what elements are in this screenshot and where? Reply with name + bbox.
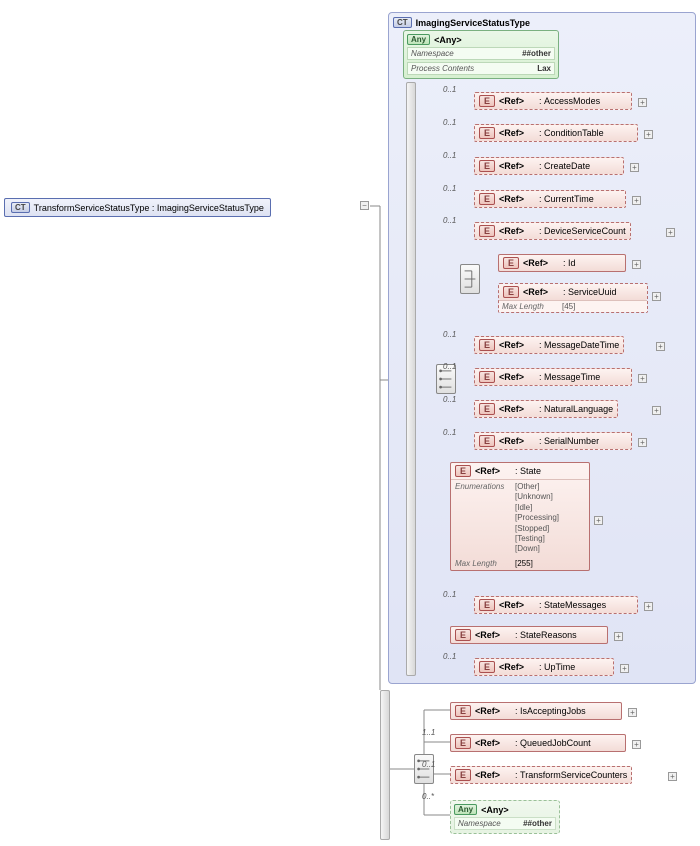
expand-toggle[interactable]: + bbox=[652, 406, 661, 415]
sequence-compositor-outer bbox=[414, 754, 434, 784]
card-label: 0..1 bbox=[443, 216, 456, 225]
any-top: Any <Any> Namespace##other Process Conten… bbox=[403, 30, 559, 79]
any-label: <Any> bbox=[434, 35, 462, 45]
element-icon: E bbox=[479, 599, 495, 611]
ref-meta-maxlength: Max Length[45] bbox=[499, 300, 647, 312]
expand-toggle[interactable]: + bbox=[656, 342, 665, 351]
element-icon: E bbox=[479, 160, 495, 172]
element-icon: E bbox=[479, 403, 495, 415]
state-enumerations: Enumerations [Other][Unknown][Idle][Proc… bbox=[451, 480, 589, 557]
ct-icon: CT bbox=[11, 202, 30, 213]
card-label: 0..1 bbox=[443, 184, 456, 193]
any-label: <Any> bbox=[481, 805, 509, 815]
state-max-length: Max Length[255] bbox=[451, 557, 589, 570]
any-namespace: Namespace##other bbox=[407, 47, 555, 60]
ref-condition-table[interactable]: E<Ref>: ConditionTable bbox=[474, 124, 638, 142]
element-icon: E bbox=[479, 661, 495, 673]
root-complex-type[interactable]: CT TransformServiceStatusType : ImagingS… bbox=[4, 198, 271, 217]
element-icon: E bbox=[455, 629, 471, 641]
expand-toggle[interactable]: + bbox=[638, 374, 647, 383]
any-icon: Any bbox=[407, 34, 430, 45]
ref-service-uuid[interactable]: E<Ref>: ServiceUuid Max Length[45] bbox=[498, 283, 648, 313]
element-icon: E bbox=[479, 435, 495, 447]
expand-toggle[interactable]: + bbox=[638, 98, 647, 107]
ref-access-modes[interactable]: E<Ref>: AccessModes bbox=[474, 92, 632, 110]
ref-state-messages[interactable]: E<Ref>: StateMessages bbox=[474, 596, 638, 614]
ref-current-time[interactable]: E<Ref>: CurrentTime bbox=[474, 190, 626, 208]
expand-toggle[interactable]: + bbox=[630, 163, 639, 172]
ref-queued-job-count[interactable]: E<Ref>: QueuedJobCount bbox=[450, 734, 626, 752]
root-label: TransformServiceStatusType : ImagingServ… bbox=[34, 203, 264, 213]
element-icon: E bbox=[503, 286, 519, 298]
element-icon: E bbox=[479, 371, 495, 383]
ref-state-reasons[interactable]: E<Ref>: StateReasons bbox=[450, 626, 608, 644]
card-label: 0..1 bbox=[443, 151, 456, 160]
expand-toggle[interactable]: + bbox=[632, 740, 641, 749]
expand-toggle[interactable]: + bbox=[644, 130, 653, 139]
group-title: ImagingServiceStatusType bbox=[416, 18, 530, 28]
card-label: 0..1 bbox=[443, 85, 456, 94]
ct-icon: CT bbox=[393, 17, 412, 28]
element-icon: E bbox=[479, 339, 495, 351]
ref-serial-number[interactable]: E<Ref>: SerialNumber bbox=[474, 432, 632, 450]
any-icon: Any bbox=[454, 804, 477, 815]
card-label: 0..1 bbox=[443, 395, 456, 404]
card-label: 0..1 bbox=[443, 118, 456, 127]
expand-toggle[interactable]: + bbox=[628, 708, 637, 717]
group-header: CT ImagingServiceStatusType bbox=[393, 17, 691, 28]
ref-transform-service-counters[interactable]: E<Ref>: TransformServiceCounters bbox=[450, 766, 632, 784]
element-icon: E bbox=[455, 769, 471, 781]
card-label: 0..* bbox=[422, 792, 434, 801]
expand-toggle[interactable]: + bbox=[652, 292, 661, 301]
card-label: 1..1 bbox=[422, 728, 435, 737]
expand-toggle[interactable]: + bbox=[638, 438, 647, 447]
ref-is-accepting-jobs[interactable]: E<Ref>: IsAcceptingJobs bbox=[450, 702, 622, 720]
expand-toggle[interactable]: + bbox=[632, 260, 641, 269]
element-icon: E bbox=[479, 95, 495, 107]
expand-toggle[interactable]: + bbox=[614, 632, 623, 641]
element-icon: E bbox=[503, 257, 519, 269]
choice-compositor-id bbox=[460, 264, 480, 294]
card-label: 0..1 bbox=[443, 362, 456, 371]
element-icon: E bbox=[479, 127, 495, 139]
card-label: 0..1 bbox=[422, 760, 435, 769]
element-icon: E bbox=[479, 225, 495, 237]
expand-toggle[interactable]: + bbox=[668, 772, 677, 781]
card-label: 0..1 bbox=[443, 652, 456, 661]
ref-natural-language[interactable]: E<Ref>: NaturalLanguage bbox=[474, 400, 618, 418]
expand-toggle[interactable]: + bbox=[620, 664, 629, 673]
expand-toggle[interactable]: + bbox=[632, 196, 641, 205]
element-icon: E bbox=[455, 705, 471, 717]
ref-device-service-count[interactable]: E<Ref>: DeviceServiceCount bbox=[474, 222, 631, 240]
sequence-bar-outer bbox=[380, 690, 390, 840]
ref-create-date[interactable]: E<Ref>: CreateDate bbox=[474, 157, 624, 175]
ref-id[interactable]: E<Ref>: Id bbox=[498, 254, 626, 272]
expand-toggle[interactable]: + bbox=[666, 228, 675, 237]
ref-state[interactable]: E<Ref>: State Enumerations [Other][Unkno… bbox=[450, 462, 590, 571]
card-label: 0..1 bbox=[443, 330, 456, 339]
element-icon: E bbox=[479, 193, 495, 205]
ref-message-time[interactable]: E<Ref>: MessageTime bbox=[474, 368, 632, 386]
any-bottom: Any <Any> Namespace##other bbox=[450, 800, 560, 834]
element-icon: E bbox=[455, 465, 471, 477]
expand-toggle[interactable]: + bbox=[594, 516, 603, 525]
sequence-bar-inner bbox=[406, 82, 416, 676]
element-icon: E bbox=[455, 737, 471, 749]
expand-toggle[interactable]: + bbox=[644, 602, 653, 611]
ref-up-time[interactable]: E<Ref>: UpTime bbox=[474, 658, 614, 676]
card-label: 0..1 bbox=[443, 590, 456, 599]
any-namespace: Namespace##other bbox=[454, 817, 556, 830]
expand-toggle[interactable]: − bbox=[360, 201, 369, 210]
any-process-contents: Process ContentsLax bbox=[407, 62, 555, 75]
ref-message-date-time[interactable]: E<Ref>: MessageDateTime bbox=[474, 336, 624, 354]
card-label: 0..1 bbox=[443, 428, 456, 437]
state-enum-values: [Other][Unknown][Idle][Processing][Stopp… bbox=[515, 482, 559, 555]
